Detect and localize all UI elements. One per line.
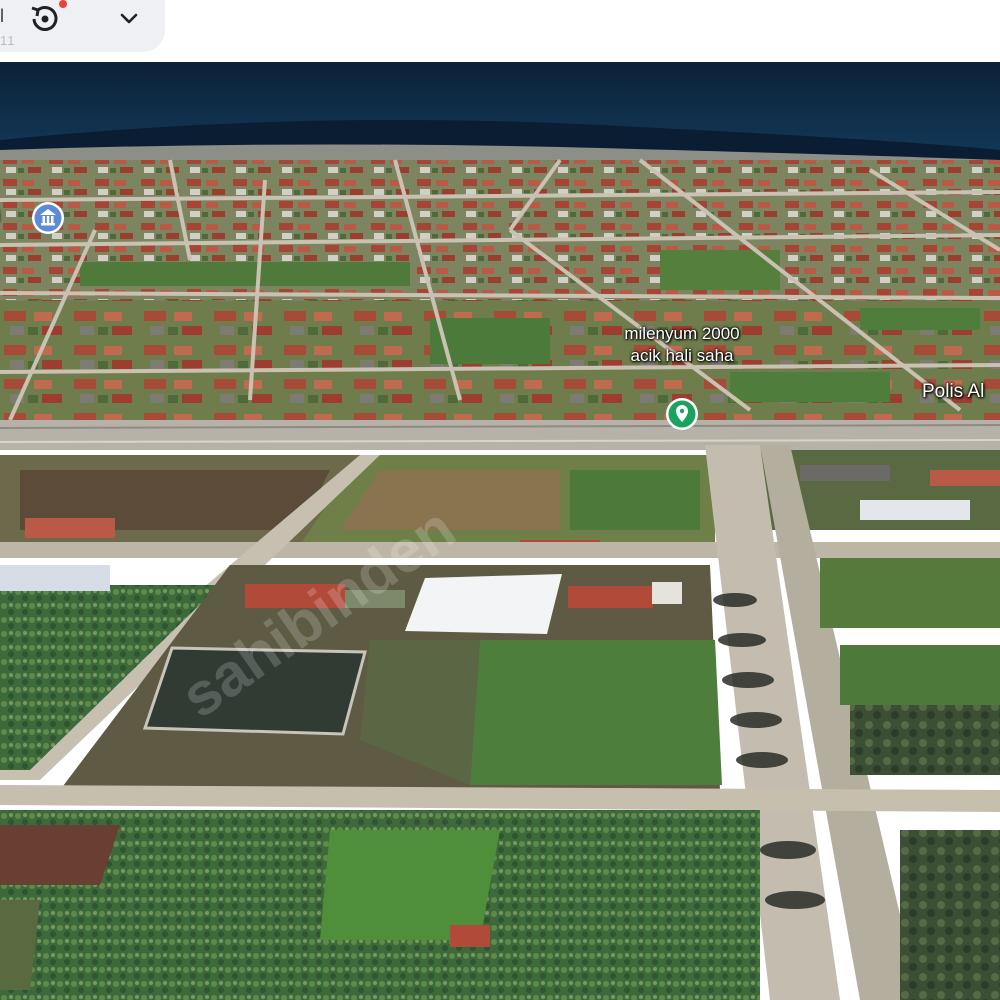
venue-label[interactable]: milenyum 2000 acik hali saha xyxy=(602,323,762,367)
polis-label[interactable]: Polis Al xyxy=(922,381,984,403)
counter-text: 11 xyxy=(0,33,16,48)
location-pin-icon[interactable] xyxy=(665,397,699,431)
venue-label-line1: milenyum 2000 xyxy=(624,324,740,343)
aerial-imagery: sahibinden xyxy=(0,62,1000,1000)
dropdown-button[interactable] xyxy=(112,2,146,36)
landmark-icon[interactable] xyxy=(31,201,65,235)
history-icon xyxy=(31,6,58,31)
chevron-down-icon xyxy=(120,13,138,24)
truncated-text: l xyxy=(0,6,4,26)
satellite-map[interactable]: sahibinden milenyum 2000 acik hali saha … xyxy=(0,62,1000,1000)
notification-dot xyxy=(59,0,67,8)
top-toolbar: l 11 xyxy=(0,0,1000,62)
venue-label-line2: acik hali saha xyxy=(630,346,734,365)
history-button[interactable] xyxy=(26,0,64,38)
